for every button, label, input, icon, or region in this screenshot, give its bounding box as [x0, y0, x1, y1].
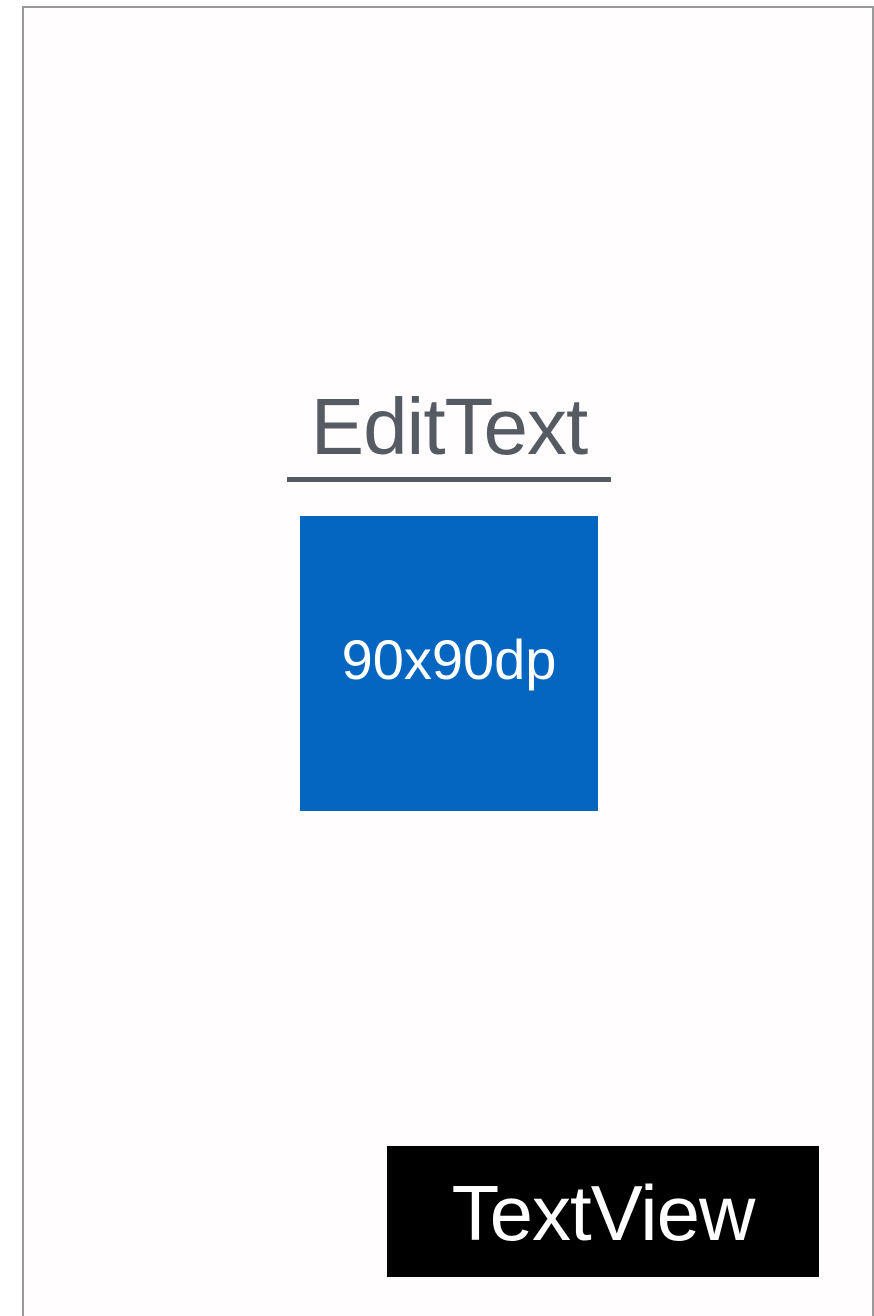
text-view: TextView: [387, 1146, 819, 1277]
edit-text-field[interactable]: EditText: [287, 384, 611, 482]
edit-text-value: EditText: [310, 382, 589, 471]
view-size-label: 90x90dp: [341, 628, 557, 691]
blue-view-box: 90x90dp: [300, 516, 598, 811]
text-view-label: TextView: [451, 1169, 756, 1257]
